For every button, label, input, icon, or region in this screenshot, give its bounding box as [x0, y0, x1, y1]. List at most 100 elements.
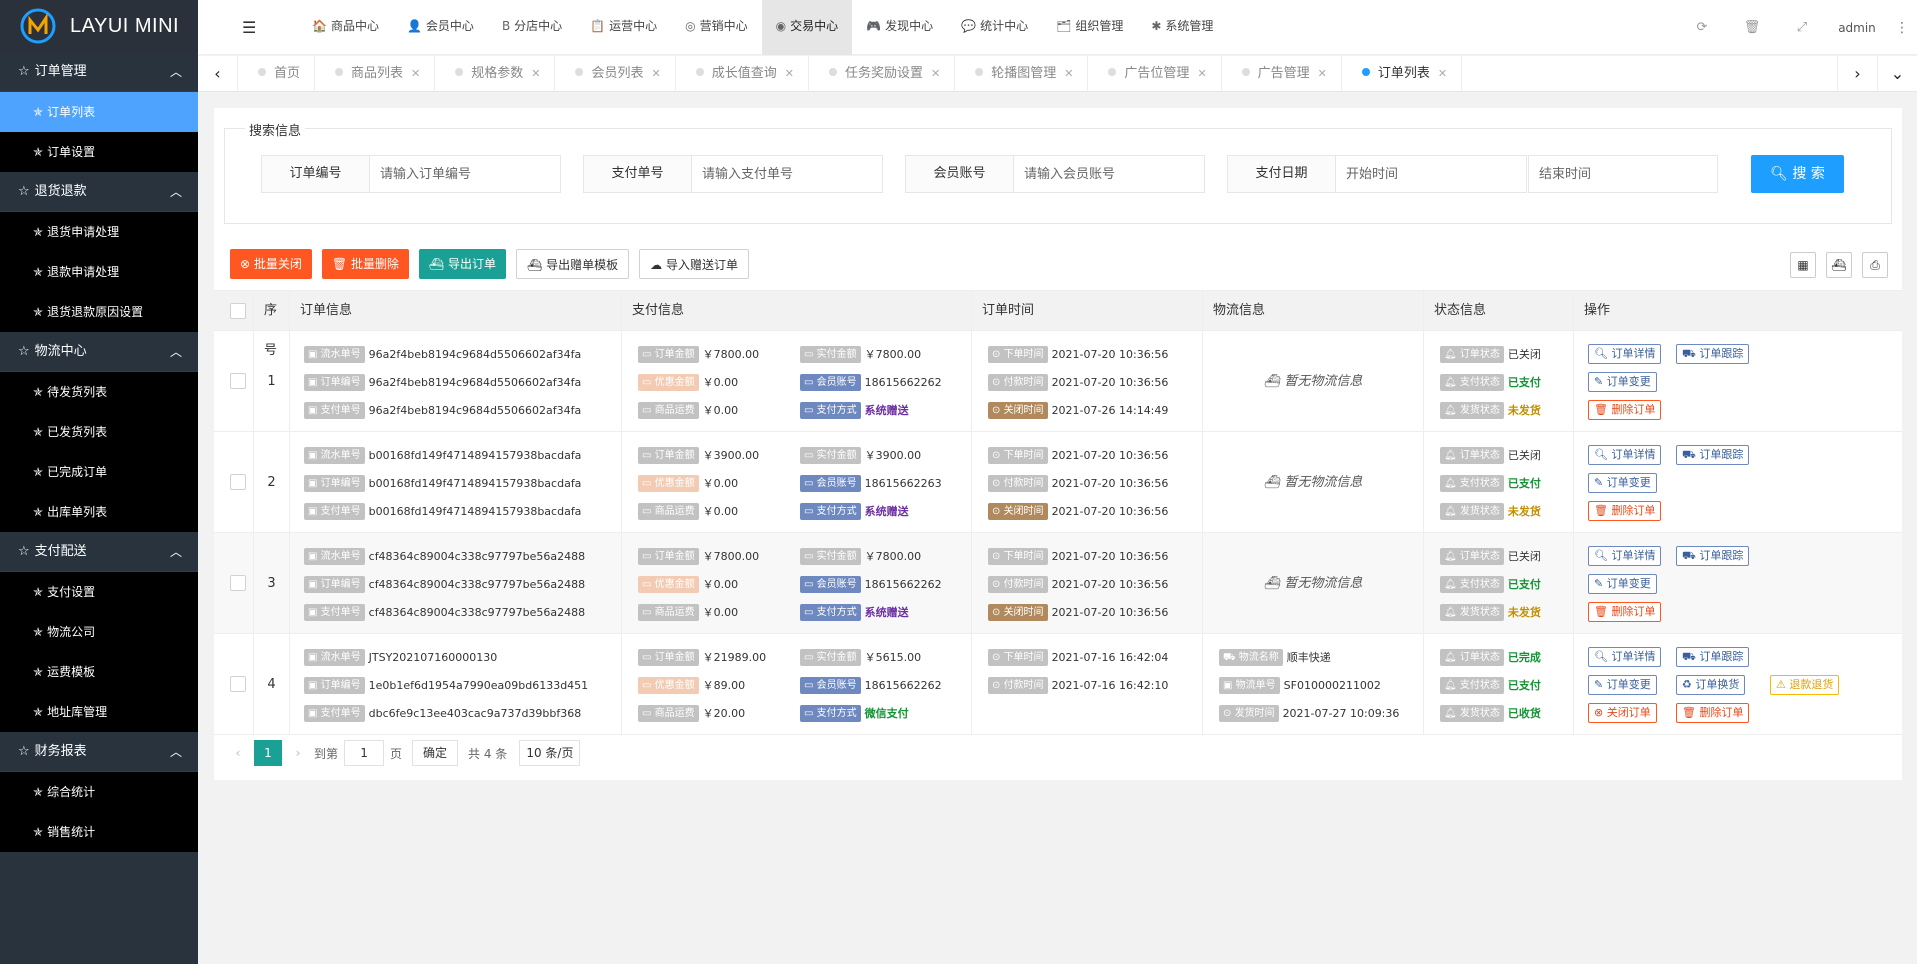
close-icon[interactable]: ✕	[1197, 67, 1206, 80]
columns-icon[interactable]: ▦	[1790, 252, 1816, 278]
row-action-button[interactable]: 🔍︎ 订单详情	[1588, 445, 1662, 465]
row-action-button[interactable]: ⛟ 订单跟踪	[1676, 647, 1750, 667]
top-nav-item[interactable]: ◉ 交易中心	[761, 0, 853, 55]
row-action-button[interactable]: ⛟ 订单跟踪	[1676, 546, 1750, 566]
sidebar-item[interactable]: ✯ 退货申请处理	[0, 212, 198, 252]
batch-delete-button[interactable]: 🗑 批量删除	[321, 249, 409, 279]
row-action-button[interactable]: 🔍︎ 订单详情	[1588, 344, 1662, 364]
logo[interactable]: LAYUI MINI	[0, 0, 198, 52]
row-action-button[interactable]: ✎ 订单变更	[1588, 574, 1657, 594]
menu-group-title[interactable]: ☆ 支付配送 ︿	[0, 532, 198, 572]
close-icon[interactable]: ✕	[531, 67, 540, 80]
menu-group-title[interactable]: ☆ 退货退款 ︿	[0, 172, 198, 212]
row-action-button[interactable]: ♻ 订单换货	[1676, 675, 1746, 695]
page-tab[interactable]: 首页	[238, 56, 316, 92]
row-action-button[interactable]: 🔍︎ 订单详情	[1588, 546, 1662, 566]
sidebar-item[interactable]: ✯ 支付设置	[0, 572, 198, 612]
page-tab[interactable]: 成长值查询 ✕	[676, 56, 809, 92]
sidebar-item[interactable]: ✯ 运费模板	[0, 652, 198, 692]
sidebar-item[interactable]: ✯ 订单列表	[0, 92, 198, 132]
menu-toggle-icon[interactable]: ☰	[242, 18, 256, 37]
row-action-button[interactable]: ✎ 订单变更	[1588, 473, 1657, 493]
close-icon[interactable]: ✕	[785, 67, 794, 80]
close-icon[interactable]: ✕	[1064, 67, 1073, 80]
page-tab[interactable]: 广告位管理 ✕	[1088, 56, 1222, 92]
page-tab[interactable]: 订单列表 ✕	[1342, 56, 1463, 92]
tab-scroll-right-icon[interactable]: ›	[1837, 56, 1877, 92]
sidebar-item[interactable]: ✯ 已发货列表	[0, 412, 198, 452]
menu-group-title[interactable]: ☆ 订单管理 ︿	[0, 52, 198, 92]
sidebar-item[interactable]: ✯ 已完成订单	[0, 452, 198, 492]
batch-close-button[interactable]: ⊗ 批量关闭	[230, 249, 312, 279]
page-tab[interactable]: 任务奖励设置 ✕	[809, 56, 956, 92]
member-input[interactable]	[1014, 156, 1204, 192]
page-tab[interactable]: 广告管理 ✕	[1222, 56, 1342, 92]
row-action-button[interactable]: 🗑 删除订单	[1588, 501, 1662, 521]
import-gift-orders-button[interactable]: ☁ 导入赠送订单	[639, 249, 749, 279]
print-icon[interactable]: ⎙	[1862, 252, 1888, 278]
tab-menu-chevron-down-icon[interactable]: ⌄	[1877, 56, 1917, 92]
row-checkbox[interactable]	[230, 373, 246, 389]
prev-page-icon[interactable]: ‹	[228, 746, 248, 760]
row-action-button[interactable]: ⚠ 退款退货	[1770, 675, 1840, 695]
menu-group-title[interactable]: ☆ 物流中心 ︿	[0, 332, 198, 372]
fullscreen-icon[interactable]: ⤢	[1777, 20, 1827, 35]
page-tab[interactable]: 轮播图管理 ✕	[955, 56, 1089, 92]
top-nav-item[interactable]: ✱ 系统管理	[1137, 0, 1227, 55]
page-tab[interactable]: 规格参数 ✕	[435, 56, 556, 92]
next-page-icon[interactable]: ›	[288, 746, 308, 760]
goto-confirm-button[interactable]: 确定	[412, 740, 459, 766]
close-icon[interactable]: ✕	[652, 67, 661, 80]
refresh-icon[interactable]: ⟳	[1677, 20, 1727, 35]
row-action-button[interactable]: ✎ 订单变更	[1588, 675, 1657, 695]
top-nav-item[interactable]: 💬 统计中心	[947, 0, 1042, 55]
sidebar-item[interactable]: ✯ 综合统计	[0, 772, 198, 812]
page-tab[interactable]: 商品列表 ✕	[315, 56, 436, 92]
start-date-input[interactable]	[1336, 156, 1526, 192]
row-checkbox[interactable]	[230, 575, 246, 591]
row-action-button[interactable]: 🗑 删除订单	[1676, 703, 1750, 723]
row-action-button[interactable]: ⊗ 关闭订单	[1588, 703, 1657, 723]
close-icon[interactable]: ✕	[1318, 67, 1327, 80]
tab-scroll-left-icon[interactable]: ‹	[198, 56, 238, 92]
export-icon[interactable]: ⛴	[1826, 252, 1852, 278]
pay-no-input[interactable]	[692, 156, 882, 192]
page-input[interactable]: 1	[344, 740, 385, 766]
sidebar-item[interactable]: ✯ 地址库管理	[0, 692, 198, 732]
top-nav-item[interactable]: 📋 运营中心	[576, 0, 671, 55]
row-action-button[interactable]: ✎ 订单变更	[1588, 372, 1657, 392]
sidebar-item[interactable]: ✯ 销售统计	[0, 812, 198, 852]
row-action-button[interactable]: ⛟ 订单跟踪	[1676, 344, 1750, 364]
row-action-button[interactable]: ⛟ 订单跟踪	[1676, 445, 1750, 465]
close-icon[interactable]: ✕	[931, 67, 940, 80]
export-orders-button[interactable]: ⛴ 导出订单	[418, 249, 507, 279]
sidebar-item[interactable]: ✯ 待发货列表	[0, 372, 198, 412]
trash-icon[interactable]: 🗑	[1727, 20, 1777, 35]
user-menu[interactable]: admin	[1827, 21, 1887, 35]
top-nav-item[interactable]: 🎮 发现中心	[852, 0, 947, 55]
top-nav-item[interactable]: B 分店中心	[488, 0, 576, 55]
end-date-input[interactable]	[1529, 156, 1717, 192]
close-icon[interactable]: ✕	[411, 67, 420, 80]
more-icon[interactable]: ⋮	[1887, 20, 1917, 36]
row-action-button[interactable]: 🗑 删除订单	[1588, 400, 1662, 420]
row-checkbox[interactable]	[230, 676, 246, 692]
sidebar-item[interactable]: ✯ 退货退款原因设置	[0, 292, 198, 332]
top-nav-item[interactable]: 👤 会员中心	[393, 0, 488, 55]
top-nav-item[interactable]: ◎ 营销中心	[671, 0, 762, 55]
row-action-button[interactable]: 🔍︎ 订单详情	[1588, 647, 1662, 667]
select-all-checkbox[interactable]	[230, 303, 246, 319]
top-nav-item[interactable]: 🗂 组织管理	[1042, 0, 1137, 55]
top-nav-item[interactable]: 🏠 商品中心	[298, 0, 393, 55]
page-size-select[interactable]: 10 条/页	[519, 740, 581, 766]
row-checkbox[interactable]	[230, 474, 246, 490]
sidebar-item[interactable]: ✯ 订单设置	[0, 132, 198, 172]
order-no-input[interactable]	[370, 156, 560, 192]
close-icon[interactable]: ✕	[1438, 67, 1447, 80]
page-tab[interactable]: 会员列表 ✕	[555, 56, 676, 92]
current-page[interactable]: 1	[254, 740, 282, 766]
search-button[interactable]: 🔍︎ 搜 索	[1751, 155, 1844, 193]
menu-group-title[interactable]: ☆ 财务报表 ︿	[0, 732, 198, 772]
sidebar-item[interactable]: ✯ 出库单列表	[0, 492, 198, 532]
sidebar-item[interactable]: ✯ 物流公司	[0, 612, 198, 652]
